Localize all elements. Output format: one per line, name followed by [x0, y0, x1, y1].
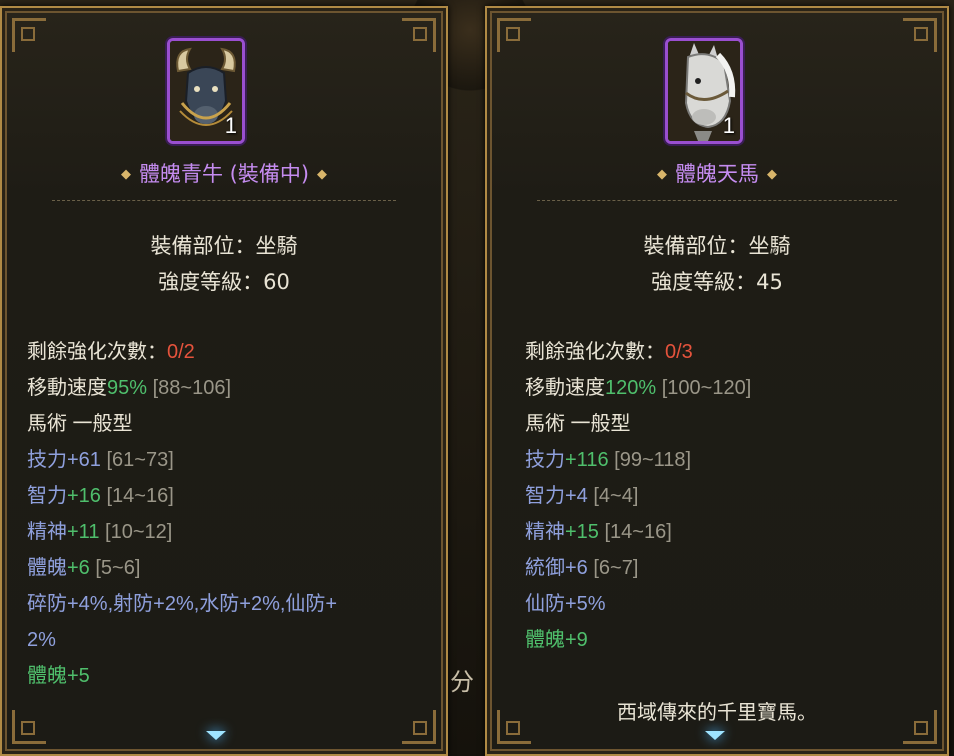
item-description: 西域傳來的千里寶馬。 [617, 702, 817, 724]
strength-level-line: 強度等級：45 [651, 270, 783, 294]
equip-slot-line: 裝備部位：坐騎 [150, 234, 298, 258]
white-horse-mount-icon: 1 [665, 38, 743, 144]
diamond-icon: ◆ [767, 167, 777, 182]
item-name-text: 體魄天馬 [675, 162, 759, 186]
scroll-down-arrow-icon[interactable] [206, 731, 226, 740]
frame-corner-ornament [903, 18, 937, 52]
upgrade-count-row: 剩餘強化次數：0/2 [27, 341, 195, 363]
diamond-icon: ◆ [657, 167, 667, 182]
upgrade-count-row: 剩餘強化次數：0/3 [525, 341, 693, 363]
dashed-divider [52, 200, 396, 201]
item-count: 1 [722, 113, 735, 138]
stats-list: 剩餘強化次數：0/2 移動速度95% [88~106] 馬術 一般型 技力+61… [27, 334, 337, 694]
item-tooltip-compare: 1 ◆ 體魄天馬 ◆ 裝備部位：坐騎 強度等級：45 剩餘強化次數：0/3 移動速度… [485, 6, 949, 756]
stat-row: 精神+15 [14~16] [525, 521, 672, 543]
riding-type-row: 馬術 一般型 [27, 413, 133, 435]
strength-level-line: 強度等級：60 [158, 270, 290, 294]
item-name: ◆ 體魄青牛 (裝備中) ◆ [2, 158, 446, 188]
frame-corner-ornament [402, 18, 436, 52]
item-tooltip-equipped: 1 ◆ 體魄青牛 (裝備中) ◆ 裝備部位：坐騎 強度等級：60 剩餘強化次數：0/… [0, 6, 448, 756]
resistance-row: 碎防+4%,射防+2%,水防+2%,仙防+ [27, 593, 338, 615]
resistance-row: 仙防+5% [525, 593, 606, 615]
scroll-down-arrow-icon[interactable] [705, 731, 725, 740]
frame-corner-ornament [12, 710, 46, 744]
frame-corner-ornament [497, 18, 531, 52]
move-speed-row: 移動速度95% [88~106] [27, 377, 231, 399]
bonus-stat-row: 體魄+9 [525, 629, 588, 651]
move-speed-row: 移動速度120% [100~120] [525, 377, 752, 399]
item-name: ◆ 體魄天馬 ◆ [487, 158, 947, 188]
diamond-icon: ◆ [317, 167, 328, 182]
dashed-divider [537, 200, 897, 201]
frame-corner-ornament [402, 710, 436, 744]
stats-list: 剩餘強化次數：0/3 移動速度120% [100~120] 馬術 一般型 技力+… [525, 334, 751, 658]
ox-mount-icon: 1 [167, 38, 245, 144]
stat-row: 智力+16 [14~16] [27, 485, 174, 507]
stat-row: 統御+6 [6~7] [525, 557, 639, 579]
background-partial-text: 分 [450, 668, 474, 696]
stat-row: 體魄+6 [5~6] [27, 557, 141, 579]
stat-row: 精神+11 [10~12] [27, 521, 173, 543]
item-count: 1 [224, 113, 237, 138]
riding-type-row: 馬術 一般型 [525, 413, 631, 435]
diamond-icon: ◆ [120, 167, 131, 182]
bonus-stat-row: 體魄+5 [27, 665, 90, 687]
item-name-text: 體魄青牛 (裝備中) [138, 162, 310, 186]
equip-slot-line: 裝備部位：坐騎 [643, 234, 791, 258]
stat-row: 技力+61 [61~73] [27, 449, 174, 471]
stat-row: 智力+4 [4~4] [525, 485, 639, 507]
resistance-row-continued: 2% [27, 629, 56, 651]
frame-corner-ornament [12, 18, 46, 52]
stat-row: 技力+116 [99~118] [525, 449, 692, 471]
